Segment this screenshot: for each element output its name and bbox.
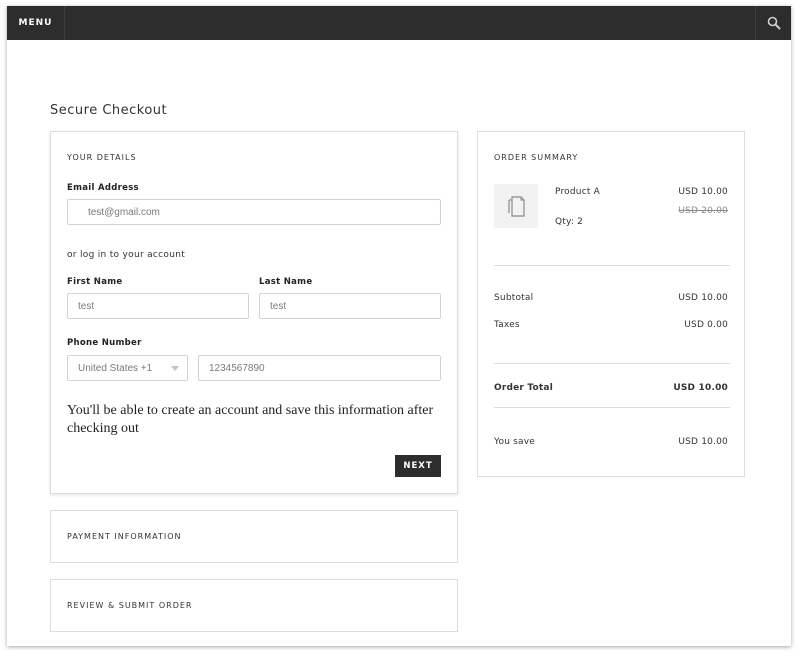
taxes-label: Taxes bbox=[494, 320, 520, 330]
product-thumbnail bbox=[494, 184, 538, 228]
login-link[interactable]: or log in to your account bbox=[67, 250, 185, 260]
phone-label: Phone Number bbox=[67, 338, 142, 348]
review-submit-card[interactable]: REVIEW & SUBMIT ORDER bbox=[50, 579, 458, 632]
browser-frame: MENU Secure Checkout YOUR DETAILS Email … bbox=[7, 6, 791, 646]
summary-divider-1 bbox=[494, 265, 730, 266]
your-details-heading: YOUR DETAILS bbox=[67, 153, 137, 162]
last-name-field[interactable]: test bbox=[259, 293, 441, 319]
order-summary-card: ORDER SUMMARY Product A Qty: 2 USD 10.00… bbox=[477, 131, 745, 477]
subtotal-label: Subtotal bbox=[494, 293, 534, 303]
taxes-value: USD 0.00 bbox=[684, 320, 728, 330]
search-button[interactable] bbox=[755, 6, 791, 40]
next-button[interactable]: NEXT bbox=[395, 455, 441, 477]
savings-label: You save bbox=[494, 437, 536, 447]
country-code-value: United States +1 bbox=[78, 362, 153, 374]
email-value: test@gmail.com bbox=[88, 206, 160, 218]
document-icon bbox=[508, 196, 525, 217]
country-code-select[interactable]: United States +1 bbox=[67, 355, 188, 381]
order-total-label: Order Total bbox=[494, 383, 553, 393]
last-name-label: Last Name bbox=[259, 277, 313, 287]
product-quantity: Qty: 2 bbox=[555, 217, 584, 227]
payment-information-heading: PAYMENT INFORMATION bbox=[67, 532, 182, 541]
page-title: Secure Checkout bbox=[50, 103, 168, 118]
email-field[interactable]: test@gmail.com bbox=[67, 199, 441, 225]
product-price: USD 10.00 bbox=[678, 187, 728, 197]
top-navigation-bar: MENU bbox=[7, 6, 791, 40]
phone-number-value: 1234567890 bbox=[209, 362, 265, 374]
review-submit-heading: REVIEW & SUBMIT ORDER bbox=[67, 601, 193, 610]
account-note: You'll be able to create an account and … bbox=[67, 403, 434, 436]
last-name-value: test bbox=[270, 300, 287, 312]
menu-button[interactable]: MENU bbox=[7, 6, 65, 40]
search-icon bbox=[767, 16, 780, 30]
your-details-card: YOUR DETAILS Email Address test@gmail.co… bbox=[50, 131, 458, 494]
subtotal-value: USD 10.00 bbox=[678, 293, 728, 303]
order-summary-heading: ORDER SUMMARY bbox=[494, 153, 579, 162]
payment-information-card[interactable]: PAYMENT INFORMATION bbox=[50, 510, 458, 563]
first-name-value: test bbox=[78, 300, 95, 312]
product-original-price: USD 20.00 bbox=[678, 206, 728, 216]
phone-number-field[interactable]: 1234567890 bbox=[198, 355, 441, 381]
email-label: Email Address bbox=[67, 183, 139, 193]
first-name-field[interactable]: test bbox=[67, 293, 249, 319]
summary-divider-2 bbox=[494, 363, 730, 364]
savings-value: USD 10.00 bbox=[678, 437, 728, 447]
product-name: Product A bbox=[555, 187, 600, 197]
order-total-value: USD 10.00 bbox=[673, 383, 728, 393]
first-name-label: First Name bbox=[67, 277, 123, 287]
chevron-down-icon bbox=[171, 366, 179, 371]
summary-divider-3 bbox=[494, 407, 730, 408]
